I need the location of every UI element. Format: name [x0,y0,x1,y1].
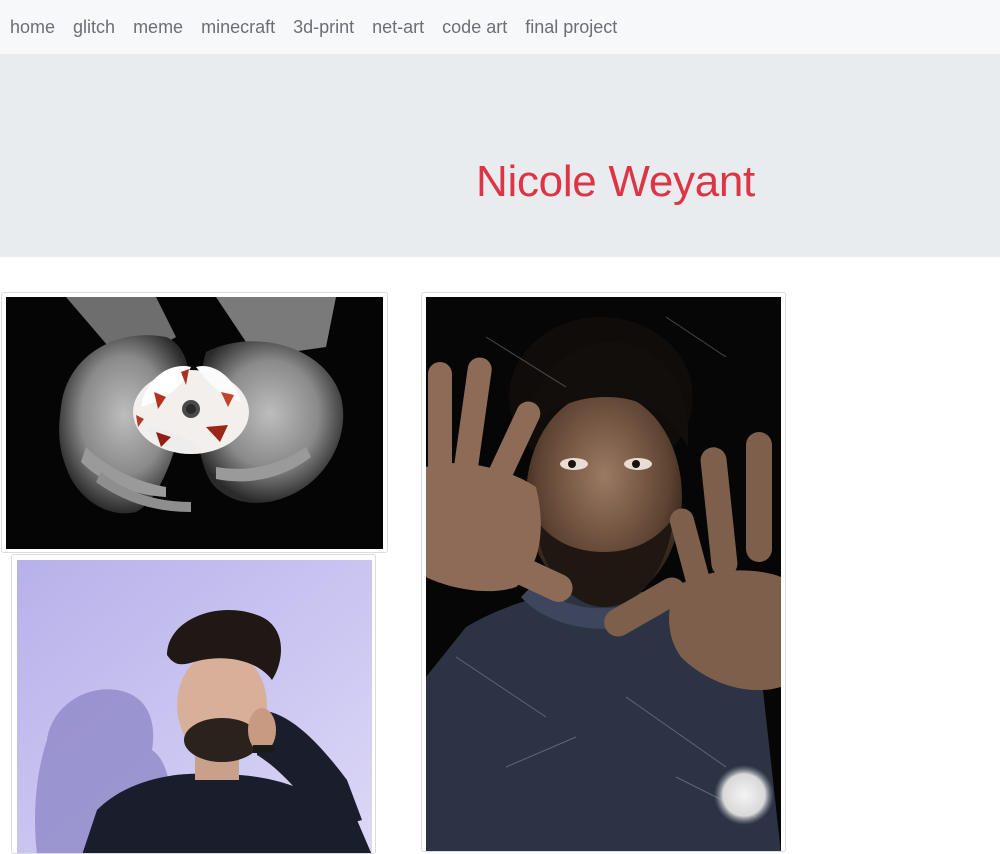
nav-link-minecraft[interactable]: minecraft [201,17,275,38]
nav-link-glitch[interactable]: glitch [73,17,115,38]
hands-flower-illustration [6,297,383,549]
hands-holding-flower-photo[interactable] [6,297,383,549]
photo-card-hands[interactable] [1,292,388,553]
man-glass-illustration [426,297,781,851]
nav-link-net-art[interactable]: net-art [372,17,424,38]
nav-link-home[interactable]: home [10,17,55,38]
nav-link-3d-print[interactable]: 3d-print [293,17,354,38]
nav-link-meme[interactable]: meme [133,17,183,38]
photo-card-glass[interactable] [421,292,786,852]
photo-card-portrait[interactable] [11,554,376,854]
man-behind-glass-photo[interactable] [426,297,781,851]
man-portrait-lavender-photo[interactable] [17,560,372,853]
nav-link-code-art[interactable]: code art [442,17,507,38]
nav-link-final-project[interactable]: final project [525,17,617,38]
top-navbar: home glitch meme minecraft 3d-print net-… [0,0,1000,54]
portrait-illustration [17,560,372,853]
page-title: Nicole Weyant [476,157,755,206]
header-jumbotron: Nicole Weyant [0,54,1000,257]
